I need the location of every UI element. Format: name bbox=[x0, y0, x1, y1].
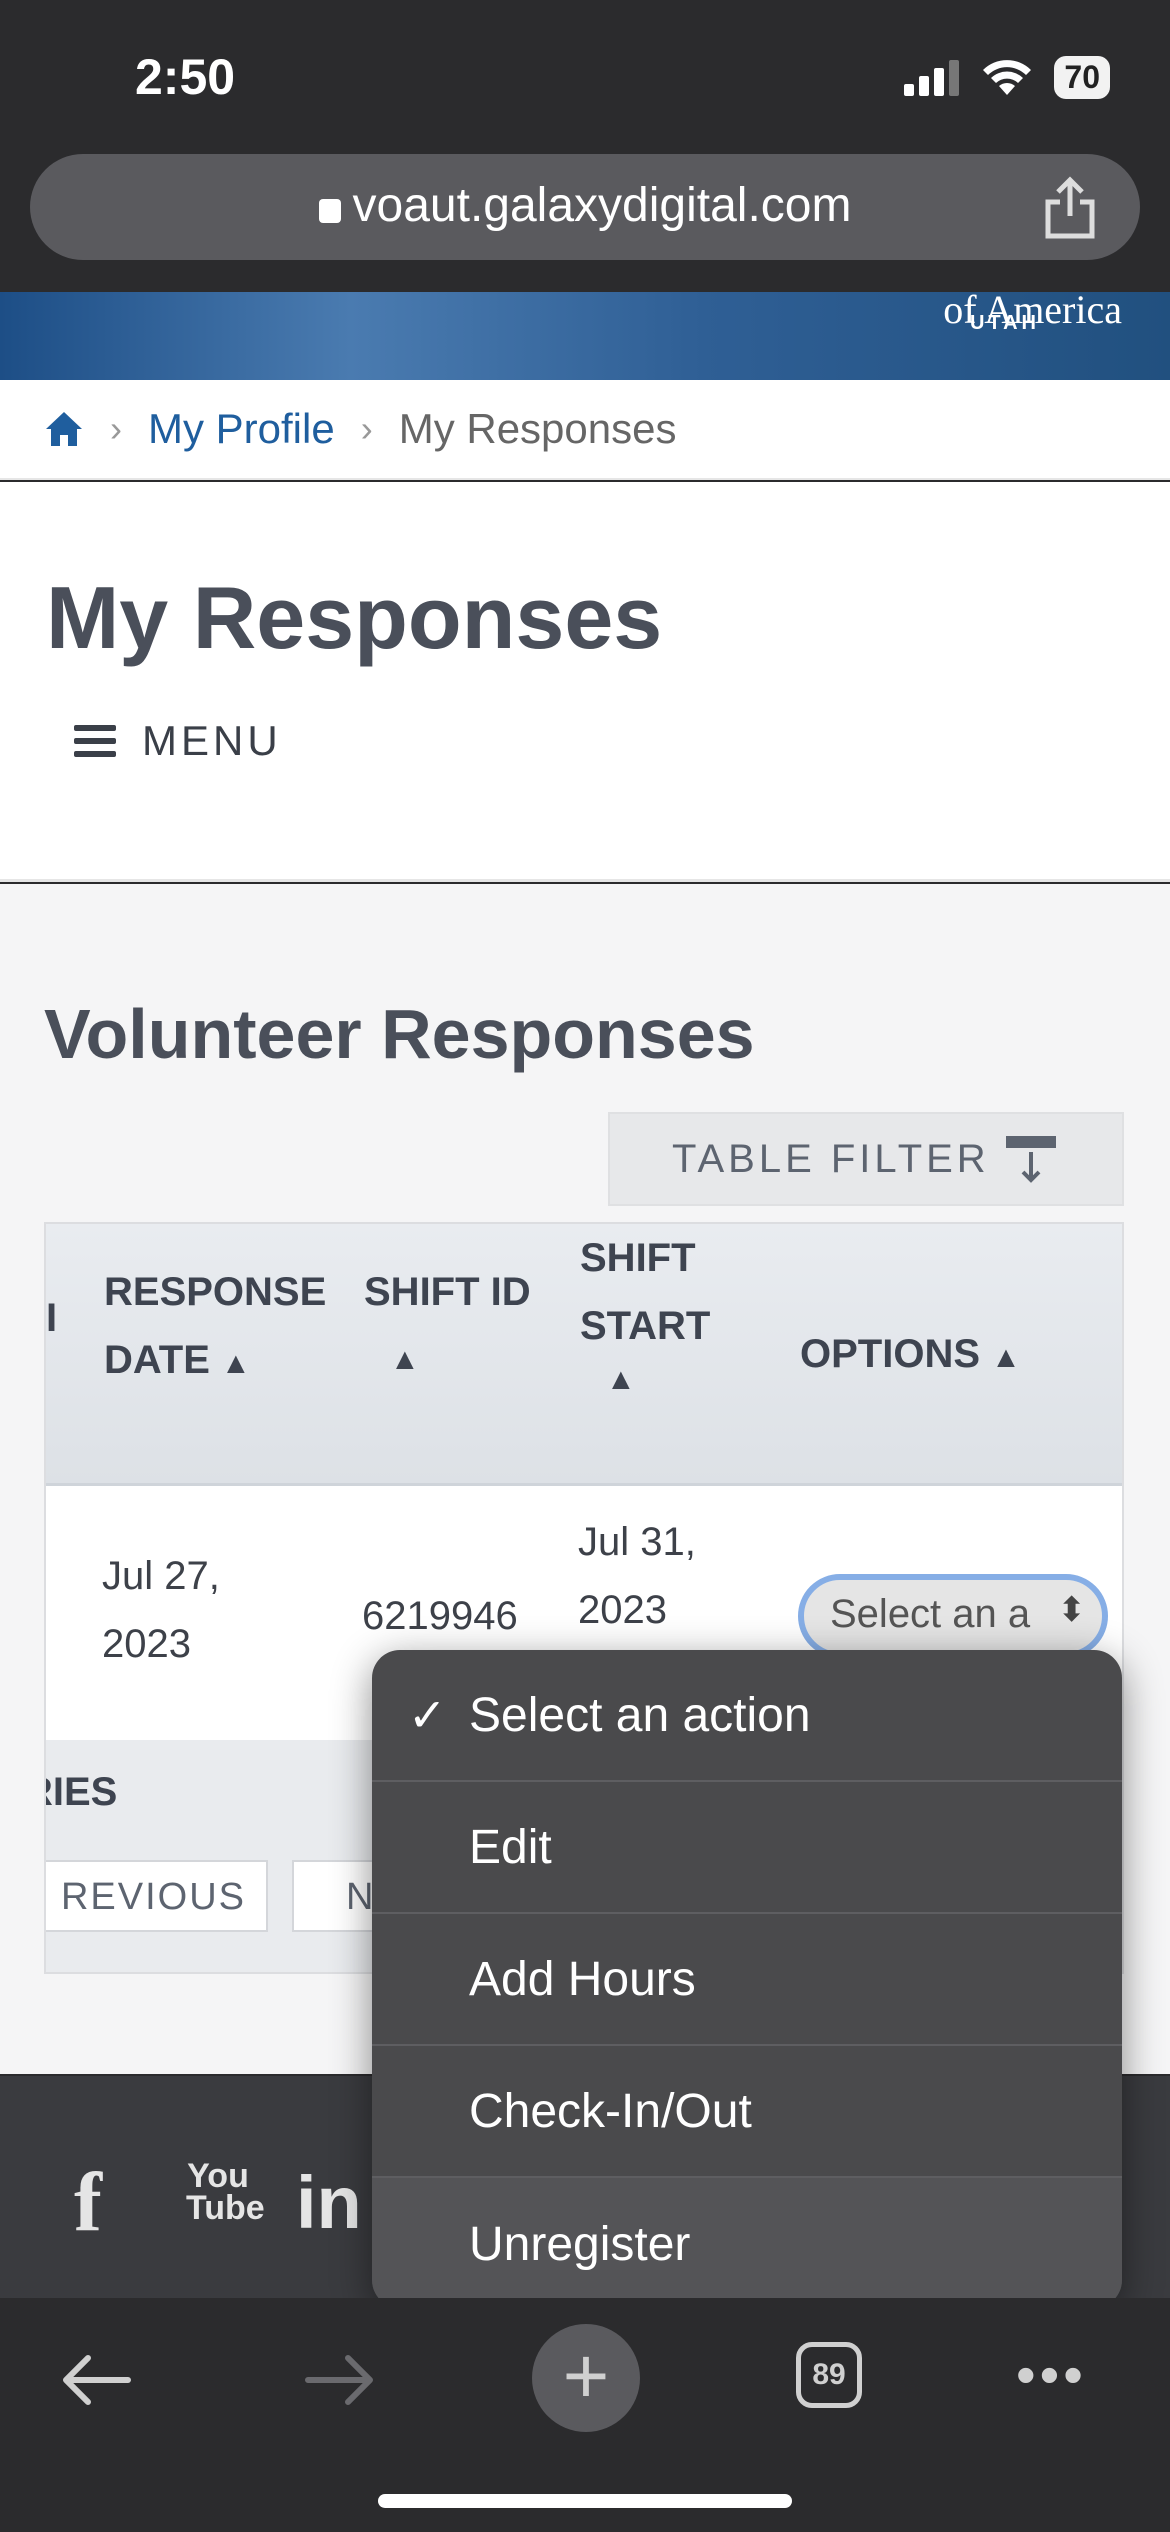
youtube-icon[interactable]: You Tube bbox=[186, 2159, 265, 2225]
url-display: voaut.galaxydigital.com bbox=[30, 178, 1140, 233]
header-line: DATE bbox=[104, 1338, 210, 1382]
url-bar[interactable]: voaut.galaxydigital.com bbox=[30, 154, 1140, 260]
checkmark-icon: ✓ bbox=[408, 1689, 447, 1741]
header-line: SHIFT bbox=[580, 1236, 696, 1280]
home-icon[interactable] bbox=[44, 409, 84, 449]
table-filter-button[interactable]: TABLE FILTER bbox=[608, 1112, 1124, 1206]
header-line: RESPONSE bbox=[104, 1270, 327, 1314]
action-select-value: Select an a bbox=[830, 1592, 1031, 1636]
status-icons: 70 bbox=[904, 56, 1110, 99]
cell-response-date: Jul 27, 2023 bbox=[102, 1542, 220, 1678]
dropdown-option-check-in-out[interactable]: Check-In/Out bbox=[372, 2046, 1122, 2178]
breadcrumb: › My Profile › My Responses bbox=[0, 380, 1170, 480]
column-header-truncated[interactable]: I bbox=[46, 1284, 57, 1352]
column-header-shift-start[interactable]: SHIFT START ▲︎ bbox=[580, 1224, 710, 1400]
cell-shift-start: Jul 31, 2023 bbox=[578, 1508, 696, 1644]
cell-line: 2023 bbox=[578, 1588, 667, 1632]
option-label: Check-In/Out bbox=[469, 2084, 752, 2138]
table-filter-label: TABLE FILTER bbox=[672, 1136, 990, 1181]
dropdown-option-edit[interactable]: Edit bbox=[372, 1782, 1122, 1914]
option-label: Add Hours bbox=[469, 1952, 696, 2006]
sort-icon: ▲︎ bbox=[606, 1363, 636, 1396]
signal-icon bbox=[904, 59, 960, 96]
dropdown-option-add-hours[interactable]: Add Hours bbox=[372, 1914, 1122, 2046]
option-label: Select an action bbox=[469, 1688, 811, 1742]
wifi-icon bbox=[983, 59, 1032, 95]
more-options-icon[interactable]: ••• bbox=[1016, 2342, 1087, 2407]
option-label: Unregister bbox=[469, 2217, 691, 2271]
breadcrumb-link-my-profile[interactable]: My Profile bbox=[148, 405, 335, 453]
dropdown-option-select-an-action[interactable]: ✓ Select an action bbox=[372, 1650, 1122, 1782]
column-header-options[interactable]: OPTIONS ▲︎ bbox=[800, 1320, 1021, 1392]
linkedin-icon[interactable]: in bbox=[296, 2160, 362, 2245]
column-header-shift-id[interactable]: SHIFT ID ▲︎ bbox=[364, 1258, 531, 1394]
sort-icon: ▲︎ bbox=[991, 1341, 1021, 1374]
home-indicator bbox=[378, 2494, 792, 2508]
chevron-right-icon: › bbox=[360, 408, 373, 449]
tabs-button[interactable]: 89 bbox=[796, 2342, 862, 2408]
menu-label: MENU bbox=[142, 717, 282, 764]
filter-icon bbox=[1006, 1136, 1056, 1184]
action-select[interactable]: Select an a ⬍ bbox=[798, 1574, 1108, 1658]
chevron-up-down-icon: ⬍ bbox=[1057, 1591, 1087, 1629]
chevron-right-icon: › bbox=[110, 408, 122, 449]
cell-line: Jul 27, bbox=[102, 1554, 220, 1598]
new-tab-plus-icon[interactable]: + bbox=[532, 2324, 640, 2432]
column-header-response-date[interactable]: RESPONSE DATE ▲︎ bbox=[104, 1258, 326, 1398]
action-dropdown-menu[interactable]: ✓ Select an action Edit Add Hours Check-… bbox=[372, 1650, 1122, 2308]
cell-line: 2023 bbox=[102, 1622, 191, 1666]
facebook-icon[interactable]: f bbox=[74, 2154, 102, 2251]
header-line: SHIFT ID bbox=[364, 1270, 531, 1314]
site-banner: of America bbox=[0, 287, 1170, 380]
page-title: My Responses bbox=[46, 568, 663, 667]
header-line: START bbox=[580, 1304, 711, 1348]
cell-shift-id: 6219946 bbox=[362, 1594, 518, 1638]
table-header: I RESPONSE DATE ▲︎ SHIFT ID ▲︎ SHIFT STA… bbox=[46, 1224, 1122, 1486]
banner-subtext: UTAH bbox=[969, 312, 1040, 334]
share-icon[interactable] bbox=[1042, 176, 1098, 240]
entries-label: RIES bbox=[46, 1770, 118, 1814]
status-bar: 2:50 70 bbox=[0, 0, 1170, 150]
section-title: Volunteer Responses bbox=[44, 995, 755, 1073]
option-label: Edit bbox=[469, 1820, 552, 1874]
sort-icon: ▲︎ bbox=[390, 1343, 420, 1376]
breadcrumb-current: My Responses bbox=[398, 405, 677, 452]
sort-icon: ▲︎ bbox=[221, 1347, 251, 1380]
status-time: 2:50 bbox=[135, 49, 236, 105]
dropdown-option-unregister[interactable]: Unregister bbox=[372, 2178, 1122, 2308]
hamburger-icon bbox=[74, 718, 116, 764]
page-header: My Responses MENU bbox=[0, 482, 1170, 882]
menu-button[interactable]: MENU bbox=[74, 717, 282, 765]
url-text: voaut.galaxydigital.com bbox=[352, 179, 852, 232]
lock-icon bbox=[318, 199, 341, 223]
header-line: OPTIONS bbox=[800, 1332, 981, 1376]
previous-button[interactable]: REVIOUS bbox=[46, 1860, 268, 1932]
cell-line: Jul 31, bbox=[578, 1520, 696, 1564]
back-arrow-icon[interactable] bbox=[60, 2352, 132, 2408]
battery-indicator: 70 bbox=[1054, 56, 1110, 99]
forward-arrow-icon[interactable] bbox=[304, 2352, 376, 2408]
